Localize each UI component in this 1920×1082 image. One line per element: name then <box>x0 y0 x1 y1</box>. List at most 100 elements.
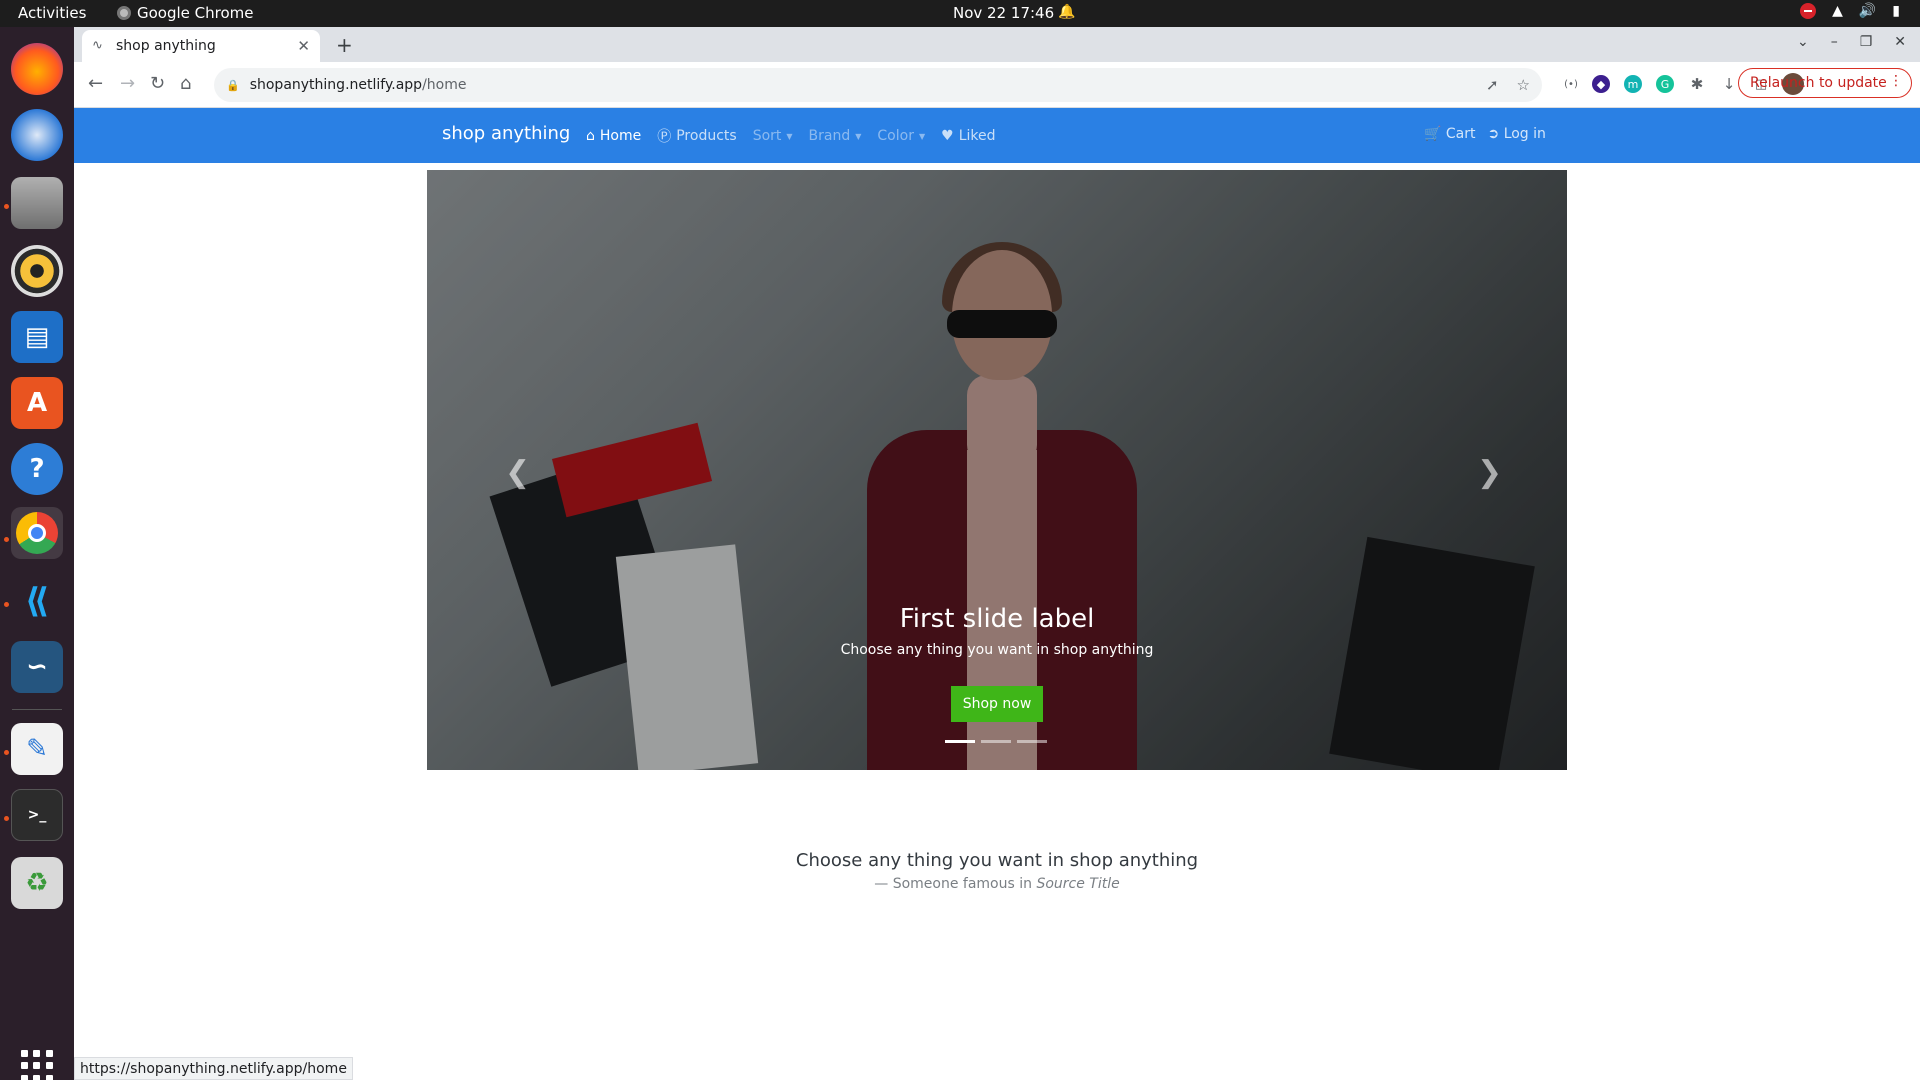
clock[interactable]: Nov 22 17:46 <box>953 4 1054 22</box>
tab-close-icon[interactable]: ✕ <box>297 37 310 55</box>
nav-products[interactable]: Ⓟ Products <box>657 126 736 146</box>
web-page: shop anything ⌂ Home Ⓟ Products Sort ▼ Bran… <box>74 108 1920 1080</box>
new-tab-icon[interactable]: + <box>336 33 353 57</box>
nav-cart-label: Cart <box>1445 126 1476 142</box>
nav-color-dropdown[interactable]: Color ▼ <box>877 126 925 146</box>
help-icon[interactable]: ? <box>11 443 63 495</box>
close-window-icon[interactable]: ✕ <box>1894 34 1906 50</box>
cart-icon: 🛒 <box>1424 126 1442 142</box>
running-indicator <box>4 816 9 821</box>
window-controls: ⌄ – ❐ ✕ <box>1797 34 1906 50</box>
nav-sort-label: Sort <box>752 128 782 144</box>
running-indicator <box>4 537 9 542</box>
home-icon: ⌂ <box>586 128 595 144</box>
carousel-prev-icon[interactable]: ❮ <box>505 455 530 490</box>
carousel-next-icon[interactable]: ❯ <box>1477 455 1502 490</box>
chrome-icon[interactable] <box>11 507 63 559</box>
quote-source: Source Title <box>1036 876 1120 892</box>
caret-down-icon: ▼ <box>855 131 862 141</box>
firefox-icon[interactable] <box>11 43 63 95</box>
carousel-text: Choose any thing you want in shop anythi… <box>840 642 1154 658</box>
running-indicator <box>4 750 9 755</box>
browser-window: ∿ shop anything ✕ + ⌄ – ❐ ✕ ← → ↻ ⌂ 🔒 sh… <box>74 27 1920 1080</box>
nav-right: 🛒 Cart ➲ Log in <box>1424 126 1546 142</box>
notification-bell-icon[interactable]: 🔔 <box>1058 4 1075 20</box>
restore-icon[interactable]: ❐ <box>1860 34 1873 50</box>
extensions-puzzle-icon[interactable]: ✱ <box>1688 75 1706 93</box>
share-icon[interactable]: ➚ <box>1486 76 1499 94</box>
lock-icon[interactable]: 🔒 <box>226 79 240 92</box>
carousel-indicator[interactable] <box>981 740 1011 743</box>
caret-down-icon: ▼ <box>918 131 926 141</box>
terminal-icon[interactable]: >_ <box>11 789 63 841</box>
back-icon[interactable]: ← <box>88 73 103 94</box>
volume-icon: 🔊 <box>1858 3 1877 19</box>
nav-brand-label: Brand <box>808 128 851 144</box>
nav-liked[interactable]: ♥ Liked <box>941 126 995 146</box>
carousel-indicator[interactable] <box>1017 740 1047 743</box>
nav-cart[interactable]: 🛒 Cart <box>1424 126 1476 142</box>
site-navbar: shop anything ⌂ Home Ⓟ Products Sort ▼ Bran… <box>74 108 1920 163</box>
forward-icon[interactable]: → <box>120 73 135 94</box>
nav-home-label: Home <box>599 128 642 144</box>
minimize-icon[interactable]: – <box>1831 34 1838 50</box>
rhythmbox-icon[interactable] <box>11 245 63 297</box>
home-icon[interactable]: ⌂ <box>180 73 191 94</box>
address-bar[interactable]: 🔒 shopanything.netlify.app/home ➚ ☆ <box>214 68 1542 102</box>
nav-login-label: Log in <box>1503 126 1546 142</box>
blockquote-text: Choose any thing you want in shop anythi… <box>795 850 1199 871</box>
nav-color-label: Color <box>877 128 914 144</box>
app-menu[interactable]: Google Chrome <box>117 4 254 22</box>
carousel-indicator[interactable] <box>945 740 975 743</box>
nav-login[interactable]: ➲ Log in <box>1488 126 1546 142</box>
writer-icon[interactable]: ▤ <box>11 311 63 363</box>
system-top-bar: Activities Google Chrome Nov 22 17:46 🔔 … <box>0 0 1920 27</box>
nav-sort-dropdown[interactable]: Sort ▼ <box>753 126 793 146</box>
tab-search-icon[interactable]: ⌄ <box>1797 34 1809 50</box>
relaunch-button[interactable]: Relaunch to update ⋮ <box>1738 68 1912 98</box>
software-icon[interactable]: A <box>11 377 63 429</box>
grammarly-icon[interactable]: G <box>1656 75 1674 93</box>
login-icon: ➲ <box>1487 126 1500 142</box>
carousel-indicators <box>945 740 1047 743</box>
mysql-workbench-icon[interactable]: ∽ <box>11 641 63 693</box>
activities-button[interactable]: Activities <box>18 4 86 22</box>
dock: ▤ A ? ⟪ ∽ ✎ >_ ♻ <box>0 27 74 1082</box>
extension-icon[interactable]: m <box>1624 75 1642 93</box>
wifi-icon: ▲ <box>1832 3 1843 19</box>
do-not-disturb-icon <box>1800 3 1817 19</box>
bookmark-star-icon[interactable]: ☆ <box>1517 76 1530 94</box>
app-name: Google Chrome <box>137 4 254 22</box>
download-icon[interactable]: ↓ <box>1720 75 1738 93</box>
tab-title: shop anything <box>116 38 216 54</box>
carousel-heading: First slide label <box>899 604 1095 634</box>
quote-author: — Someone famous in <box>874 876 1037 892</box>
caret-down-icon: ▼ <box>786 131 793 141</box>
reload-icon[interactable]: ↻ <box>150 73 165 94</box>
dock-separator <box>12 709 62 710</box>
browser-toolbar: ← → ↻ ⌂ 🔒 shopanything.netlify.app/home … <box>74 62 1920 108</box>
show-apps-icon[interactable] <box>21 1050 53 1082</box>
battery-icon: ▮ <box>1892 3 1900 19</box>
heart-icon: ♥ <box>941 128 954 144</box>
browser-tab[interactable]: ∿ shop anything ✕ <box>82 30 320 62</box>
url-host: shopanything.netlify.app <box>249 77 423 93</box>
shop-now-button[interactable]: Shop now <box>951 686 1043 722</box>
files-icon[interactable] <box>11 177 63 229</box>
system-tray[interactable]: ▲ 🔊 ▮ <box>1800 3 1900 19</box>
extension-icon[interactable]: (•) <box>1562 75 1580 93</box>
extension-icon[interactable]: ◆ <box>1592 75 1610 93</box>
trash-icon[interactable]: ♻ <box>11 857 63 909</box>
nav-brand-dropdown[interactable]: Brand ▼ <box>809 126 862 146</box>
text-editor-icon[interactable]: ✎ <box>11 723 63 775</box>
more-menu-icon[interactable]: ⋮ <box>1889 73 1903 89</box>
nav-home[interactable]: ⌂ Home <box>586 126 641 146</box>
status-bar-url: https://shopanything.netlify.app/home <box>74 1057 353 1080</box>
running-indicator <box>4 602 9 607</box>
tab-strip: ∿ shop anything ✕ + ⌄ – ❐ ✕ <box>74 27 1920 62</box>
thunderbird-icon[interactable] <box>11 109 63 161</box>
site-brand[interactable]: shop anything <box>442 123 570 144</box>
vscode-icon[interactable]: ⟪ <box>11 575 63 627</box>
nav-links: ⌂ Home Ⓟ Products Sort ▼ Brand ▼ Color ▼ ♥ Lik… <box>586 126 996 146</box>
products-icon: Ⓟ <box>657 129 672 145</box>
